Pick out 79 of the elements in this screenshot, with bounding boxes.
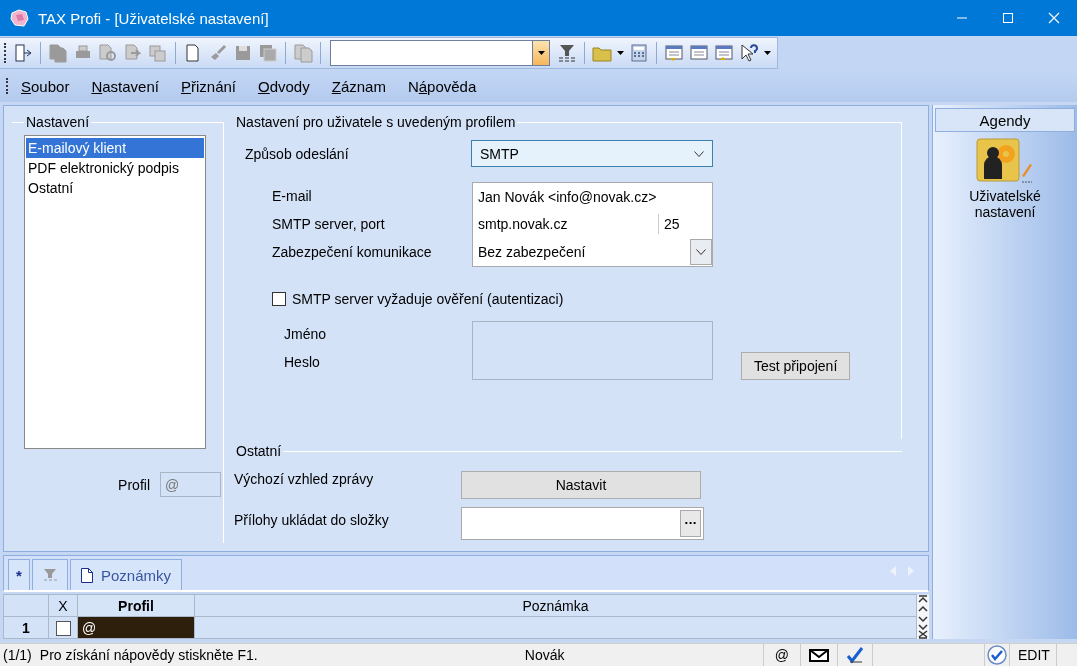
credentials-field[interactable] xyxy=(472,321,713,380)
check-circle-icon xyxy=(987,645,1007,665)
settings-list[interactable]: E-mailový klient PDF elektronický podpis Ostatní xyxy=(24,135,206,449)
field-label: Výchozí vzhled zprávy xyxy=(234,471,375,487)
status-mode: EDIT xyxy=(1018,647,1050,663)
stacked-pages-icon[interactable] xyxy=(148,43,168,63)
list-item[interactable]: PDF elektronický podpis xyxy=(26,158,204,178)
copy-icon[interactable] xyxy=(293,43,313,63)
record-counter: (1/1) xyxy=(3,647,32,663)
column-header[interactable]: Profil xyxy=(77,594,195,617)
search-combo-field[interactable] xyxy=(330,40,550,66)
check-pen-icon xyxy=(845,646,864,664)
chevron-down-icon xyxy=(694,150,704,157)
menu-item[interactable]: Nastavení xyxy=(91,75,159,97)
scroll-arrows-icon[interactable] xyxy=(917,594,929,639)
email-field[interactable]: Jan Novák <info@novak.cz> xyxy=(473,183,712,211)
column-header: X xyxy=(48,594,78,617)
copy-documents-icon[interactable] xyxy=(48,43,68,63)
caret-icon[interactable] xyxy=(764,51,771,55)
menu-item[interactable]: Odvody xyxy=(258,75,310,97)
window-icon[interactable] xyxy=(689,43,709,63)
list-item[interactable]: E-mailový klient xyxy=(26,138,204,158)
column-header: Poznámka xyxy=(194,594,917,617)
caret-icon xyxy=(537,51,545,55)
exit-door-icon[interactable] xyxy=(13,43,33,63)
group-title: Nastavení pro uživatele s uvedeným profilem xyxy=(235,114,517,130)
window-up-icon[interactable] xyxy=(714,43,734,63)
field-label: Způsob odeslání xyxy=(245,145,350,162)
menu-item[interactable]: Soubor xyxy=(21,75,70,97)
field-label: Heslo xyxy=(284,354,321,372)
set-button[interactable]: Nastavit xyxy=(461,471,701,499)
status-user: Novák xyxy=(524,647,565,663)
test-connection-button[interactable]: Test připojení xyxy=(741,352,851,380)
window-down-icon[interactable] xyxy=(664,43,684,63)
status-hint: Pro získání nápovědy stiskněte F1. xyxy=(39,647,259,663)
save-all-icon[interactable] xyxy=(258,43,278,63)
filter-tab[interactable] xyxy=(32,559,68,590)
field-label: SMTP server, port xyxy=(272,215,386,234)
maximize-icon xyxy=(1002,12,1014,24)
menu-item[interactable]: Přiznání xyxy=(180,75,236,97)
field-label: Přílohy ukládat do složky xyxy=(234,511,390,528)
status-profile: @ xyxy=(774,647,789,663)
folder-field[interactable]: ··· xyxy=(461,507,704,540)
calculator-icon[interactable] xyxy=(629,43,649,63)
profile-field: @ xyxy=(160,472,221,497)
document-icon xyxy=(81,567,93,583)
notes-tab[interactable]: Poznámky xyxy=(70,559,183,590)
group-title: Nastavení xyxy=(25,114,91,130)
field-label: E-mail xyxy=(272,187,313,206)
help-pointer-icon[interactable] xyxy=(739,43,759,63)
agenda-item[interactable]: Uživatelské nastavení xyxy=(945,138,1065,220)
chevron-down-icon xyxy=(696,249,706,255)
field-label: Profil xyxy=(118,476,150,493)
list-item[interactable]: Ostatní xyxy=(26,178,204,198)
filter-icon[interactable] xyxy=(557,43,577,63)
close-icon xyxy=(1048,12,1060,24)
preview-icon[interactable] xyxy=(98,43,118,63)
new-record-tab[interactable]: * xyxy=(8,559,30,590)
field-label: Jméno xyxy=(284,326,328,344)
panel-header: Agendy xyxy=(935,108,1075,132)
save-icon[interactable] xyxy=(233,43,253,63)
checkbox[interactable] xyxy=(55,620,71,636)
user-settings-icon xyxy=(976,138,1034,184)
browse-button[interactable]: ··· xyxy=(680,510,701,537)
export-document-icon[interactable] xyxy=(123,43,143,63)
server-field[interactable]: smtp.novak.cz xyxy=(473,216,658,233)
window-title: TAX Profi - [Uživatelské nastavení] xyxy=(38,9,270,27)
caret-icon[interactable] xyxy=(617,51,624,55)
send-method-dropdown[interactable]: SMTP xyxy=(471,140,713,167)
menu-item[interactable]: Záznam xyxy=(331,75,386,97)
app-logo-icon xyxy=(10,9,30,27)
port-field[interactable]: 25 xyxy=(658,214,712,235)
checkbox-label: SMTP server vyžaduje ověření (autentizaci) xyxy=(292,291,564,307)
filter-icon xyxy=(43,568,57,582)
checkbox[interactable] xyxy=(272,292,286,306)
menu-item[interactable]: Nápověda xyxy=(407,75,477,97)
row-number: 1 xyxy=(3,616,49,639)
field-label: Zabezpečení komunikace xyxy=(272,243,433,262)
group-title: Ostatní xyxy=(235,443,283,459)
